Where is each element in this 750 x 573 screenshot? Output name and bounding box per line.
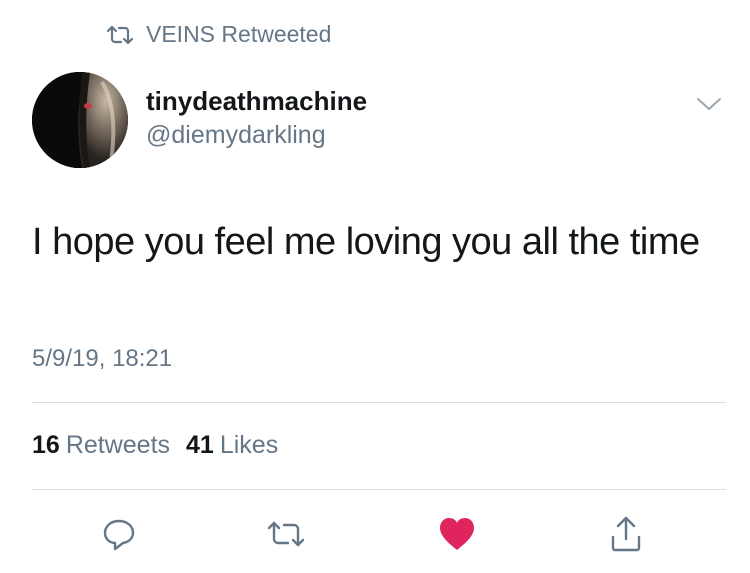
divider: [32, 402, 726, 403]
likes-label[interactable]: Likes: [220, 431, 278, 460]
retweets-label[interactable]: Retweets: [66, 431, 170, 460]
tweet-text: I hope you feel me loving you all the ti…: [32, 221, 700, 263]
share-button[interactable]: [606, 514, 646, 554]
author-handle[interactable]: @diemydarkling: [146, 121, 326, 150]
like-button[interactable]: [437, 514, 477, 554]
retweet-icon: [106, 24, 134, 45]
share-icon: [611, 516, 641, 552]
retweet-icon: [267, 521, 305, 547]
reply-icon: [103, 519, 135, 551]
divider: [32, 489, 726, 490]
retweets-count[interactable]: 16: [32, 431, 60, 460]
tweet-stats: 16 Retweets 41 Likes: [32, 431, 294, 460]
avatar[interactable]: [32, 72, 128, 168]
retweet-button[interactable]: [266, 514, 306, 554]
reply-button[interactable]: [99, 514, 139, 554]
likes-count[interactable]: 41: [186, 431, 214, 460]
retweet-context[interactable]: VEINS Retweeted: [106, 20, 331, 48]
heart-icon: [440, 518, 474, 550]
author-display-name[interactable]: tinydeathmachine: [146, 86, 367, 117]
retweet-context-label: VEINS Retweeted: [146, 20, 332, 47]
tweet-timestamp: 5/9/19, 18:21: [32, 345, 173, 372]
chevron-down-icon[interactable]: [695, 95, 723, 113]
